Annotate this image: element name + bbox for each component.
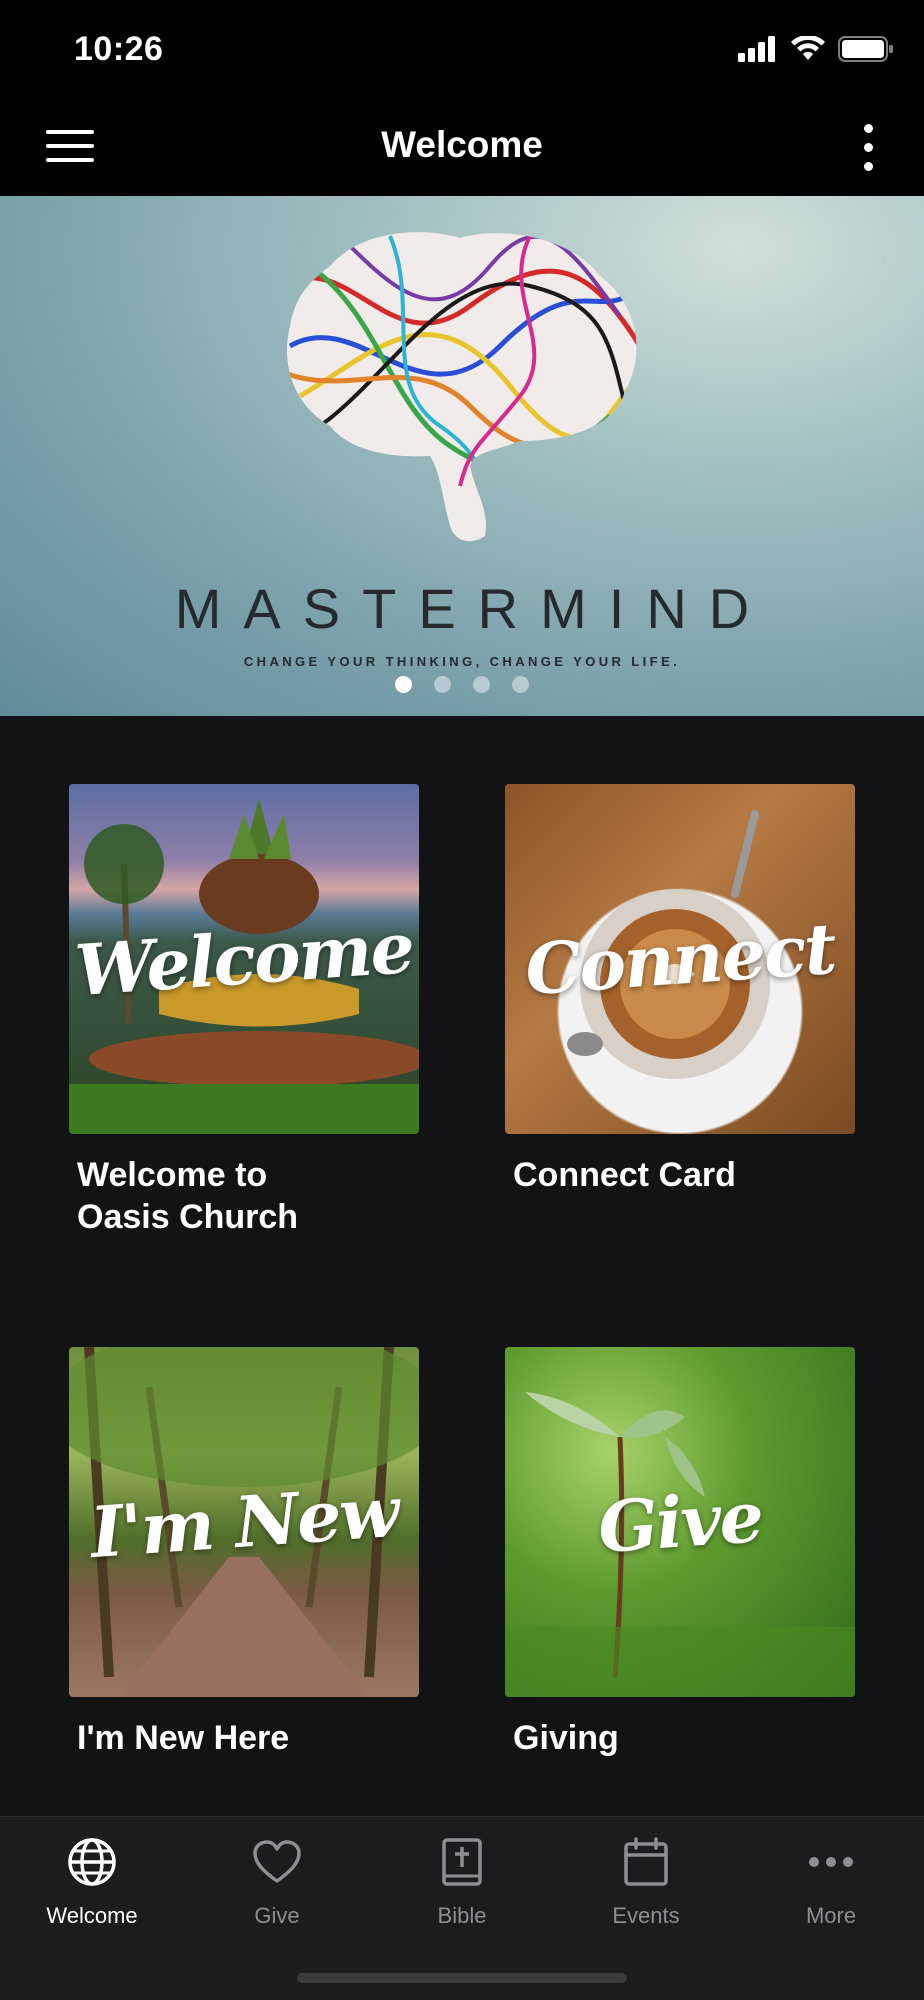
hero-carousel[interactable]: MASTERMIND CHANGE YOUR THINKING, CHANGE … bbox=[0, 196, 924, 716]
brain-illustration bbox=[286, 232, 637, 542]
heart-icon bbox=[253, 1840, 301, 1883]
tab-label: More bbox=[805, 1903, 857, 1928]
card-title: Giving bbox=[513, 1719, 619, 1757]
hero-title: MASTERMIND bbox=[174, 577, 772, 640]
tab-events[interactable]: Events bbox=[554, 1835, 738, 1929]
cellular-signal-icon bbox=[738, 36, 775, 62]
card-title: Welcome to Oasis Church bbox=[77, 1156, 299, 1236]
status-time: 10:26 bbox=[74, 30, 164, 68]
tab-label: Bible bbox=[437, 1903, 487, 1928]
carousel-dot[interactable] bbox=[395, 676, 412, 693]
connect-card-image: Connect bbox=[505, 784, 855, 1134]
carousel-dot[interactable] bbox=[434, 676, 451, 693]
give-card-image: Give bbox=[505, 1347, 855, 1697]
kebab-dot bbox=[864, 143, 873, 152]
globe-icon bbox=[68, 1838, 116, 1886]
status-bar: 10:26 bbox=[0, 0, 924, 100]
tab-label: Welcome bbox=[46, 1903, 138, 1928]
nav-bar: Welcome bbox=[0, 100, 924, 196]
tab-label: Give bbox=[254, 1903, 300, 1928]
hero-tagline: CHANGE YOUR THINKING, CHANGE YOUR LIFE. bbox=[243, 654, 681, 669]
new-card-image: I'm New bbox=[69, 1347, 419, 1697]
kebab-dot bbox=[864, 162, 873, 171]
calendar-icon bbox=[624, 1837, 668, 1886]
tab-more[interactable]: More bbox=[739, 1835, 923, 1929]
battery-icon bbox=[838, 36, 893, 62]
tab-label: Events bbox=[612, 1903, 680, 1928]
home-indicator bbox=[297, 1973, 627, 1983]
page-title: Welcome bbox=[381, 124, 543, 165]
tab-bible[interactable]: Bible bbox=[370, 1835, 554, 1929]
status-icons bbox=[738, 36, 894, 62]
card-give[interactable]: Give Giving bbox=[505, 1347, 855, 1759]
carousel-dot[interactable] bbox=[473, 676, 490, 693]
card-title: Connect Card bbox=[513, 1156, 736, 1194]
wifi-icon bbox=[791, 36, 825, 60]
welcome-card-image: Welcome bbox=[69, 784, 419, 1134]
kebab-dot bbox=[864, 124, 873, 133]
carousel-pagination bbox=[0, 676, 924, 693]
card-connect[interactable]: Connect Connect Card bbox=[505, 784, 855, 1196]
card-im-new[interactable]: I'm New I'm New Here bbox=[69, 1347, 419, 1759]
bible-icon bbox=[442, 1838, 482, 1886]
more-dots-icon bbox=[809, 1857, 853, 1867]
card-welcome[interactable]: Welcome Welcome to Oasis Church bbox=[69, 784, 419, 1238]
tab-welcome[interactable]: Welcome bbox=[0, 1835, 184, 1929]
carousel-dot[interactable] bbox=[512, 676, 529, 693]
card-title: I'm New Here bbox=[77, 1719, 290, 1757]
tab-give[interactable]: Give bbox=[185, 1835, 369, 1929]
more-options-button[interactable] bbox=[858, 122, 878, 174]
